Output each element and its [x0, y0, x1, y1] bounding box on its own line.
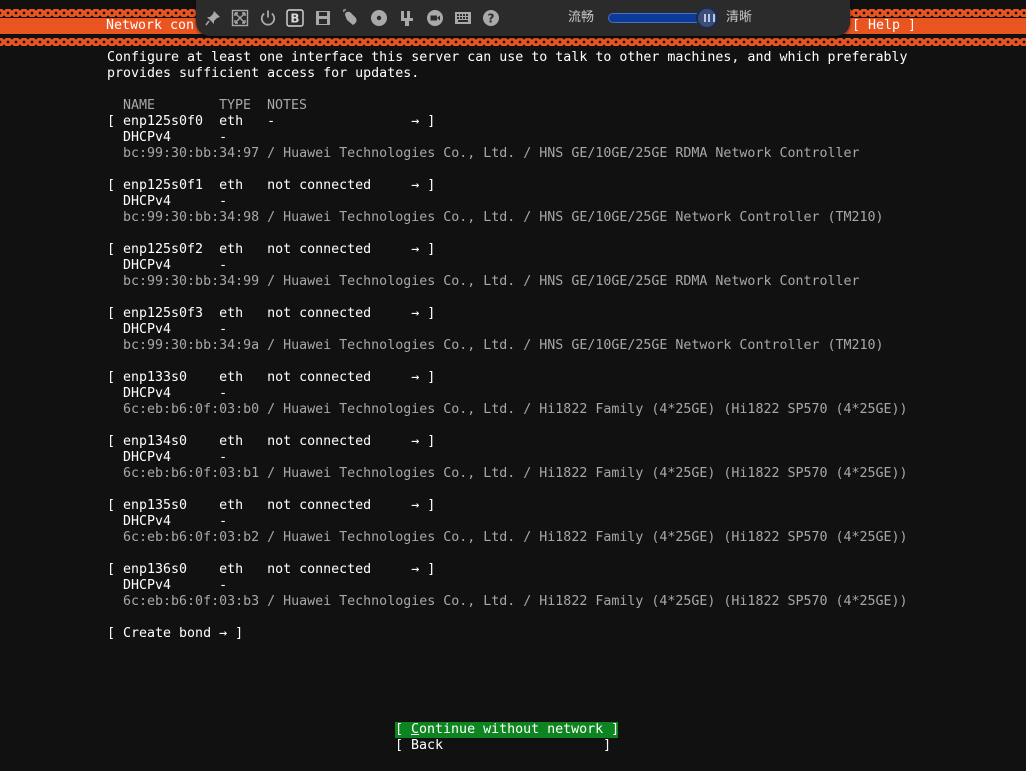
keyboard-icon[interactable]: [454, 9, 472, 27]
interface-row[interactable]: [ enp134s0 eth not connected → ]: [107, 434, 435, 450]
intro-line-1: Configure at least one interface this se…: [107, 50, 908, 65]
interface-detail: bc:99:30:bb:34:97 / Huawei Technologies …: [107, 146, 860, 161]
interface-detail: 6c:eb:b6:0f:03:b1 / Huawei Technologies …: [107, 466, 908, 481]
interface-detail: 6c:eb:b6:0f:03:b0 / Huawei Technologies …: [107, 402, 908, 417]
title-bar-bottom-border: [0, 37, 1026, 47]
help-glyph: ?: [488, 12, 495, 26]
interface-row[interactable]: [ enp125s0f3 eth not connected → ]: [107, 306, 435, 322]
intro-line-2: provides sufficient access for updates.: [107, 66, 420, 81]
power-icon[interactable]: [259, 9, 277, 27]
disc-icon[interactable]: [370, 9, 388, 27]
smooth-label: 流畅: [568, 10, 595, 25]
interface-row[interactable]: [ enp135s0 eth not connected → ]: [107, 498, 435, 514]
interface-row[interactable]: [ enp125s0f0 eth - → ]: [107, 114, 435, 130]
interface-detail: 6c:eb:b6:0f:03:b2 / Huawei Technologies …: [107, 530, 908, 545]
continue-button-hotkey: C: [411, 722, 420, 737]
mouse-icon[interactable]: [342, 9, 360, 27]
interface-dhcp: DHCPv4 -: [107, 386, 228, 401]
back-button[interactable]: [ Back ]: [395, 738, 618, 754]
bold-b-icon[interactable]: B: [286, 9, 304, 27]
continue-button-open: [: [395, 722, 412, 737]
save-icon[interactable]: [314, 9, 332, 27]
camera-icon[interactable]: [426, 9, 444, 27]
quality-slider-thumb[interactable]: [696, 7, 718, 29]
interface-dhcp: DHCPv4 -: [107, 322, 228, 337]
remote-toolbar: B ? 流畅 清晰: [196, 0, 850, 36]
clear-label: 清晰: [726, 10, 753, 25]
column-header-notes: NOTES: [267, 98, 308, 113]
continue-without-network-button[interactable]: [ Continue without network ]: [395, 722, 620, 738]
interface-dhcp: DHCPv4 -: [107, 258, 228, 273]
create-bond-button[interactable]: [ Create bond → ]: [107, 626, 243, 642]
interface-row[interactable]: [ enp125s0f2 eth not connected → ]: [107, 242, 435, 258]
interface-dhcp: DHCPv4 -: [107, 194, 228, 209]
interface-detail: 6c:eb:b6:0f:03:b3 / Huawei Technologies …: [107, 594, 908, 609]
interface-row[interactable]: [ enp125s0f1 eth not connected → ]: [107, 178, 435, 194]
interface-dhcp: DHCPv4 -: [107, 578, 228, 593]
interface-detail: bc:99:30:bb:34:98 / Huawei Technologies …: [107, 210, 884, 225]
pin-icon[interactable]: [204, 9, 222, 27]
help-button[interactable]: [ Help ]: [852, 18, 916, 34]
svg-text:B: B: [290, 12, 299, 26]
help-circle-icon[interactable]: ?: [482, 9, 500, 27]
interface-dhcp: DHCPv4 -: [107, 450, 228, 465]
fit-screen-icon[interactable]: [231, 9, 249, 27]
interface-dhcp: DHCPv4 -: [107, 130, 228, 145]
interface-detail: bc:99:30:bb:34:9a / Huawei Technologies …: [107, 338, 884, 353]
page-title: Network con: [106, 18, 195, 33]
interface-row[interactable]: [ enp133s0 eth not connected → ]: [107, 370, 435, 386]
column-header-type: TYPE: [219, 98, 252, 113]
remote-console-screen: Network con [ Help ] B ? 流畅 清晰 Configure…: [0, 0, 1026, 771]
interface-detail: bc:99:30:bb:34:99 / Huawei Technologies …: [107, 274, 860, 289]
continue-button-label: ontinue without network ]: [419, 722, 620, 737]
usb-icon[interactable]: [398, 9, 416, 27]
interface-dhcp: DHCPv4 -: [107, 514, 228, 529]
interface-row[interactable]: [ enp136s0 eth not connected → ]: [107, 562, 435, 578]
column-header-name: NAME: [123, 98, 156, 113]
